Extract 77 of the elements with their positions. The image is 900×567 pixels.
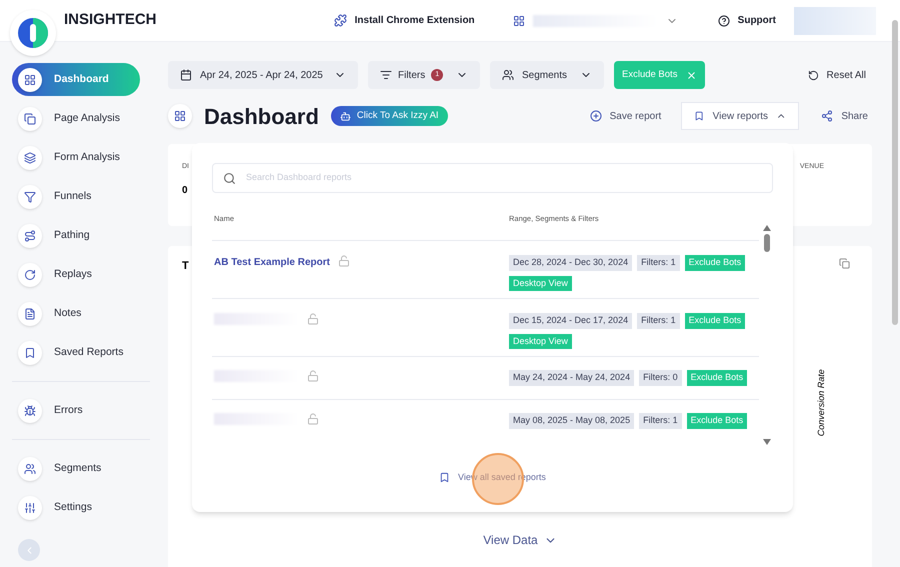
sliders-icon: [18, 496, 42, 520]
close-icon: [686, 70, 697, 80]
support-link[interactable]: Support: [718, 13, 776, 28]
tag: Desktop View: [509, 276, 572, 291]
copy-icon[interactable]: [839, 258, 850, 269]
grid-icon: [18, 68, 42, 92]
filter-count-tag: Filters: 0: [639, 370, 682, 386]
report-link[interactable]: AB Test Example Report: [214, 255, 330, 270]
site-selector[interactable]: [512, 14, 678, 26]
help-icon: [718, 14, 730, 26]
dashboard-icon: [168, 104, 192, 128]
sidebar-item[interactable]: Segments: [12, 452, 140, 485]
users-icon: [502, 69, 514, 81]
pages-icon: [18, 106, 42, 130]
tag: Exclude Bots: [686, 370, 748, 386]
search-icon: [223, 172, 236, 184]
view-data-button[interactable]: View Data: [483, 531, 557, 549]
bookmark-icon: [18, 340, 42, 364]
filter-count-tag: Filters: 1: [639, 413, 682, 428]
unlock-icon[interactable]: [338, 255, 350, 267]
date-range-tag: Dec 28, 2024 - Dec 30, 2024: [509, 255, 632, 270]
date-range-tag: Dec 15, 2024 - Dec 17, 2024: [509, 313, 632, 328]
bookmark-icon: [694, 110, 705, 122]
share-button[interactable]: Share: [821, 108, 868, 124]
sidebar-item[interactable]: Form Analysis: [12, 141, 140, 174]
filter-count-tag: Filters: 1: [637, 255, 680, 270]
tag: Exclude Bots: [684, 313, 746, 328]
date-range-tag: May 08, 2025 - May 08, 2025: [509, 413, 634, 428]
sidebar-item[interactable]: Pathing: [12, 219, 140, 252]
metric-value: 0: [182, 184, 189, 198]
sidebar-item[interactable]: Replays: [12, 258, 140, 291]
reset-all-button[interactable]: Reset All: [808, 68, 866, 82]
bug-icon: [18, 398, 42, 422]
save-report-button[interactable]: Save report: [590, 108, 662, 124]
unlock-icon[interactable]: [307, 313, 319, 325]
users-icon: [18, 456, 42, 480]
layers-icon: [18, 146, 42, 170]
tag: Exclude Bots: [686, 413, 748, 428]
grid-icon: [512, 14, 525, 26]
page-title: Dashboard: [204, 102, 319, 130]
robot-icon: [340, 110, 351, 122]
replay-icon: [18, 262, 42, 286]
date-range-dropdown[interactable]: Apr 24, 2025 - Apr 24, 2025: [168, 61, 358, 89]
sidebar-item[interactable]: Errors: [12, 394, 140, 427]
segments-dropdown[interactable]: Segments: [490, 61, 604, 89]
axis-label: Conversion Rate: [816, 368, 828, 438]
scrollbar-thumb[interactable]: [764, 234, 770, 252]
sidebar-item[interactable]: Funnels: [12, 180, 140, 213]
route-icon: [18, 224, 42, 248]
sidebar-item[interactable]: Page Analysis: [12, 102, 140, 135]
unlock-icon[interactable]: [307, 413, 319, 425]
chart-title: T: [182, 259, 189, 274]
calendar-icon: [180, 69, 192, 81]
view-reports-button[interactable]: View reports: [681, 102, 800, 130]
share-icon: [821, 110, 834, 122]
reset-icon: [808, 70, 819, 80]
filter-icon: [380, 69, 392, 81]
avatar[interactable]: [794, 6, 876, 34]
unlock-icon[interactable]: [307, 370, 319, 382]
add-icon: [590, 110, 602, 122]
page-scrollbar[interactable]: [892, 20, 898, 325]
date-range-tag: May 24, 2024 - May 24, 2024: [509, 370, 634, 386]
sidebar-item[interactable]: Notes: [12, 297, 140, 330]
collapse-button[interactable]: [18, 539, 40, 561]
filter-count-tag: Filters: 1: [637, 313, 680, 328]
sidebar-item[interactable]: Settings: [12, 491, 140, 524]
tag: Desktop View: [509, 334, 572, 349]
document-icon: [18, 302, 42, 326]
install-extension-link[interactable]: Install Chrome Extension: [334, 13, 475, 28]
bookmark-icon: [439, 472, 450, 483]
scroll-down-icon[interactable]: [763, 439, 771, 445]
logo-icon[interactable]: [10, 10, 56, 56]
brand-name: INSIGHTECH: [64, 10, 157, 30]
funnel-icon: [18, 184, 42, 208]
puzzle-icon: [334, 14, 347, 27]
sidebar-item[interactable]: Saved Reports: [12, 336, 140, 369]
tag: Exclude Bots: [684, 255, 746, 270]
